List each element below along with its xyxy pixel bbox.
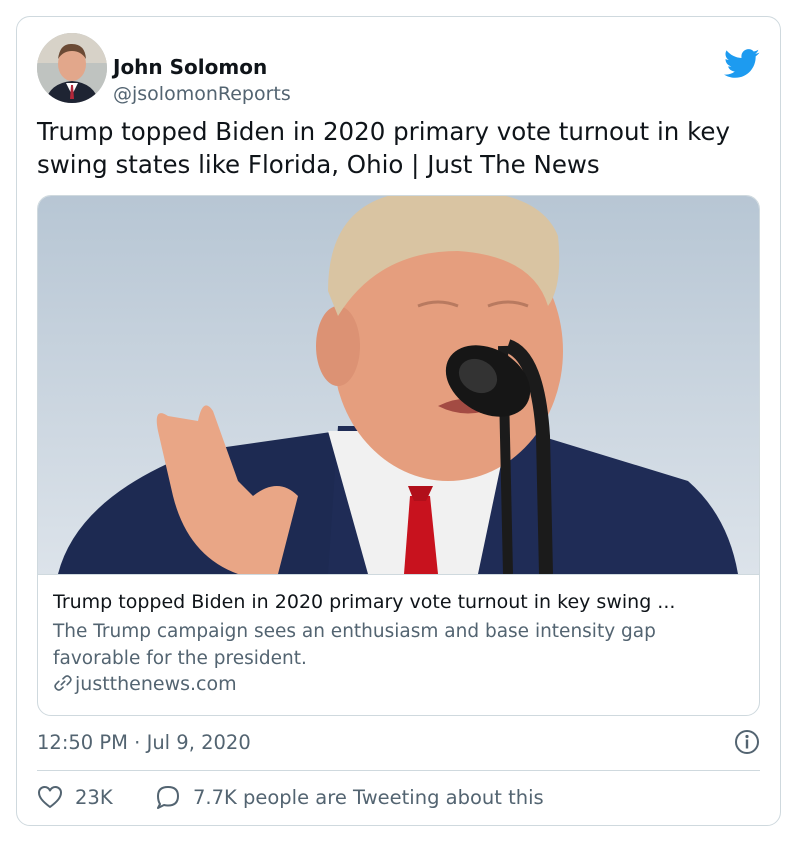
twitter-bird-icon[interactable] — [724, 49, 760, 79]
divider — [37, 770, 760, 771]
info-icon[interactable] — [734, 729, 760, 755]
card-description: The Trump campaign sees an enthusiasm an… — [53, 621, 656, 669]
link-icon — [54, 675, 72, 691]
heart-icon — [38, 786, 62, 808]
tweet-text: Trump topped Biden in 2020 primary vote … — [37, 117, 730, 179]
card-image[interactable] — [38, 196, 759, 574]
tweet-actions: 23K 7.7K people are Tweeting about this — [37, 785, 760, 815]
card-photo — [38, 196, 759, 574]
like-count: 23K — [75, 785, 113, 809]
avatar[interactable] — [37, 33, 107, 103]
author-handle[interactable]: @jsolomonReports — [113, 83, 291, 105]
tweet-header: John Solomon @jsolomonReports — [37, 31, 760, 105]
card-body: Trump topped Biden in 2020 primary vote … — [38, 574, 759, 715]
card-domain[interactable]: justthenews.com — [53, 673, 237, 695]
avatar-photo — [37, 33, 107, 103]
speech-bubble-icon — [157, 786, 179, 809]
tweet-timestamp[interactable]: 12:50 PM · Jul 9, 2020 — [37, 731, 251, 754]
like-button[interactable]: 23K — [37, 785, 113, 809]
card-domain-label: justthenews.com — [75, 673, 237, 695]
card-title[interactable]: Trump topped Biden in 2020 primary vote … — [53, 591, 753, 613]
conversation-label: 7.7K people are Tweeting about this — [193, 785, 544, 809]
conversation-link[interactable]: 7.7K people are Tweeting about this — [155, 785, 544, 809]
tweet-embed[interactable]: John Solomon @jsolomonReports Trump topp… — [16, 16, 781, 826]
link-preview-card[interactable]: Trump topped Biden in 2020 primary vote … — [37, 195, 760, 716]
author-name[interactable]: John Solomon — [113, 55, 267, 79]
